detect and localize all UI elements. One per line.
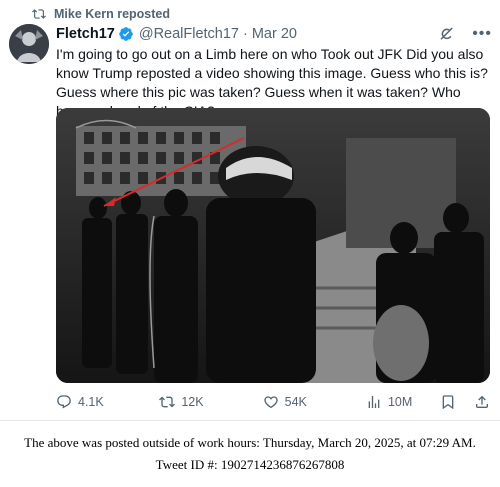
views-count: 10M: [387, 395, 413, 409]
retweet-icon: [159, 396, 176, 408]
header-actions: •••: [438, 25, 492, 43]
repost-indicator[interactable]: Mike Kern reposted: [32, 6, 170, 22]
footer-tweet-id: Tweet ID #: 1902714236876267808: [155, 457, 345, 472]
like-count: 54K: [284, 395, 307, 409]
views-button[interactable]: 10M: [366, 394, 440, 410]
reply-button[interactable]: 4.1K: [56, 394, 159, 410]
tweet-actions: 4.1K 12K 54K 10M: [56, 392, 490, 412]
more-icon[interactable]: •••: [472, 25, 492, 43]
repost-icon: [32, 9, 46, 19]
avatar-image: [9, 24, 49, 64]
tweet-image[interactable]: [56, 108, 490, 383]
footer-posted-time: The above was posted outside of work hou…: [24, 435, 476, 450]
grok-icon[interactable]: [438, 25, 456, 43]
author-display-name[interactable]: Fletch17: [56, 26, 115, 42]
reply-icon: [57, 395, 71, 409]
header-separator: ·: [243, 26, 248, 42]
retweet-button[interactable]: 12K: [159, 394, 262, 410]
like-icon: [263, 396, 278, 409]
reply-count: 4.1K: [78, 395, 104, 409]
divider: [0, 420, 500, 421]
like-button[interactable]: 54K: [263, 394, 366, 410]
bookmark-icon: [442, 395, 454, 410]
tweet-card[interactable]: Mike Kern reposted Fletch17 @RealFletch1…: [0, 0, 500, 420]
footer-note: The above was posted outside of work hou…: [0, 432, 500, 476]
tweet-header: Fletch17 @RealFletch17 · Mar 20 •••: [56, 24, 492, 44]
author-handle[interactable]: @RealFletch17: [139, 26, 239, 42]
share-icon: [476, 395, 489, 408]
avatar[interactable]: [9, 24, 49, 64]
tweet-date[interactable]: Mar 20: [252, 26, 297, 42]
bookmark-button[interactable]: [440, 394, 456, 410]
share-button[interactable]: [474, 394, 490, 410]
photo-crowd-scene: [56, 108, 490, 383]
views-icon: [368, 396, 380, 408]
repost-label: Mike Kern reposted: [54, 7, 171, 21]
retweet-count: 12K: [181, 395, 204, 409]
verified-badge-icon[interactable]: [118, 26, 134, 42]
